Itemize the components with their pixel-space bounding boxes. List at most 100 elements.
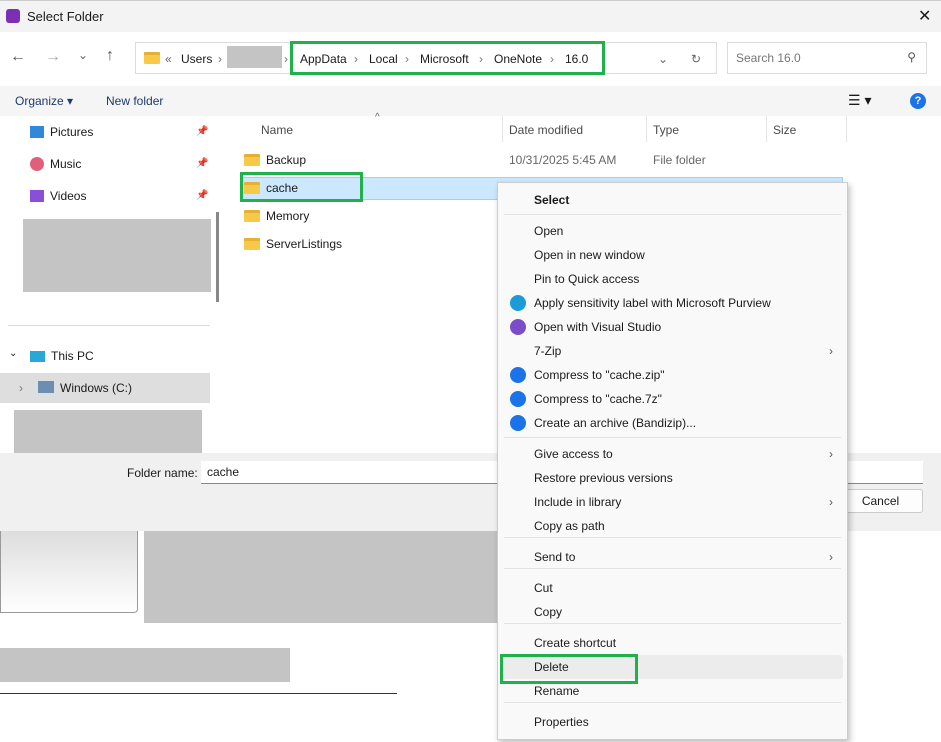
crumb-16[interactable]: 16.0	[565, 52, 588, 66]
computer-icon	[30, 350, 45, 362]
folder-name-label: Folder name:	[127, 466, 198, 480]
file-row-memory[interactable]: Memory	[244, 205, 309, 227]
search-placeholder: Search 16.0	[736, 51, 801, 65]
sidebar-item-pictures[interactable]: Pictures	[30, 122, 93, 142]
purview-icon	[510, 295, 526, 311]
menu-item-open-with-visual-studio[interactable]: Open with Visual Studio	[502, 315, 843, 339]
submenu-chevron-icon: ›	[829, 495, 833, 509]
up-icon[interactable]: ↑	[106, 47, 114, 65]
menu-item-label: Compress to "cache.zip"	[534, 368, 665, 382]
file-row-serverlistings[interactable]: ServerListings	[244, 233, 342, 255]
forward-icon[interactable]: →	[45, 48, 61, 66]
column-type[interactable]: Type	[653, 123, 679, 137]
bandizip-icon	[510, 391, 526, 407]
delete-highlight	[500, 654, 638, 684]
menu-item-label: Apply sensitivity label with Microsoft P…	[534, 296, 771, 310]
menu-item-label: Open in new window	[534, 248, 645, 262]
submenu-chevron-icon: ›	[829, 550, 833, 564]
cache-highlight	[240, 172, 363, 202]
dropdown-icon[interactable]: ⌄	[658, 52, 668, 66]
menu-item-copy-as-path[interactable]: Copy as path	[502, 514, 843, 538]
pictures-icon	[30, 126, 44, 138]
back-icon[interactable]: ←	[10, 48, 26, 66]
menu-item-include-in-library[interactable]: Include in library ›	[502, 490, 843, 514]
menu-item-select[interactable]: Select	[502, 188, 843, 212]
address-bar[interactable]: « Users › › AppData › Local › Microsoft …	[135, 41, 717, 75]
menu-item-label: Pin to Quick access	[534, 272, 640, 286]
recent-chevron-icon[interactable]: ⌄	[78, 48, 88, 62]
menu-item-properties[interactable]: Properties	[502, 710, 843, 734]
menu-item-label: Copy as path	[534, 519, 605, 533]
menu-item-label: Cut	[534, 581, 553, 595]
sidebar-item-music[interactable]: Music	[30, 154, 81, 174]
menu-item-create-shortcut[interactable]: Create shortcut	[502, 631, 843, 655]
column-date[interactable]: Date modified	[509, 123, 583, 137]
bandizip-icon	[510, 415, 526, 431]
title-bar: Select Folder ✕	[0, 0, 941, 32]
menu-item-pin-to-quick-access[interactable]: Pin to Quick access	[502, 267, 843, 291]
file-row-backup[interactable]: Backup 10/31/2025 5:45 AM File folder	[244, 149, 844, 171]
expand-chevron-icon[interactable]: ⌄	[9, 348, 17, 359]
visual-studio-icon	[510, 319, 526, 335]
sort-icon: ^	[375, 112, 380, 123]
view-options-icon[interactable]: ☰ ▾	[848, 92, 871, 109]
menu-item-compress-to-cache-7z[interactable]: Compress to "cache.7z"	[502, 387, 843, 411]
menu-item-label: Properties	[534, 715, 589, 729]
organize-button[interactable]: Organize ▾	[15, 94, 73, 108]
redacted-block	[0, 648, 290, 682]
window-title: Select Folder	[27, 9, 104, 24]
menu-item-open-in-new-window[interactable]: Open in new window	[502, 243, 843, 267]
menu-item-7-zip[interactable]: 7-Zip ›	[502, 339, 843, 363]
crumb-microsoft[interactable]: Microsoft	[420, 52, 469, 66]
menu-item-label: Open with Visual Studio	[534, 320, 662, 334]
sidebar-item-this-pc[interactable]: This PC	[30, 346, 94, 366]
menu-item-apply-sensitivity-label-with-microsoft-purview[interactable]: Apply sensitivity label with Microsoft P…	[502, 291, 843, 315]
menu-item-label: Rename	[534, 684, 580, 698]
redacted-block	[144, 531, 497, 623]
pin-icon: 📌	[196, 126, 209, 137]
redacted-username	[227, 46, 282, 68]
context-menu: Select Open Open in new window Pin to Quick…	[497, 182, 848, 740]
sidebar-item-drive[interactable]: › Windows (C:)	[0, 373, 210, 403]
new-folder-button[interactable]: New folder	[106, 94, 163, 108]
refresh-icon[interactable]: ↻	[691, 52, 701, 66]
music-icon	[30, 157, 44, 171]
menu-item-label: Open	[534, 224, 564, 238]
folder-icon	[244, 154, 260, 166]
menu-item-label: Select	[534, 193, 570, 207]
crumb-local[interactable]: Local	[369, 52, 398, 66]
menu-item-compress-to-cache-zip[interactable]: Compress to "cache.zip"	[502, 363, 843, 387]
menu-item-send-to[interactable]: Send to ›	[502, 545, 843, 569]
bandizip-icon	[510, 367, 526, 383]
menu-item-cut[interactable]: Cut	[502, 576, 843, 600]
crumb-appdata[interactable]: AppData	[300, 52, 347, 66]
menu-item-label: Give access to	[534, 447, 613, 461]
sidebar-scrollbar[interactable]	[216, 212, 219, 302]
crumb-users[interactable]: Users	[181, 52, 212, 66]
column-name[interactable]: Name	[261, 123, 293, 137]
search-icon: ⚲	[907, 50, 916, 64]
cancel-button[interactable]: Cancel	[838, 489, 923, 513]
menu-item-open[interactable]: Open	[502, 219, 843, 243]
crumb-onenote[interactable]: OneNote	[494, 52, 542, 66]
overflow-icon[interactable]: «	[165, 52, 172, 66]
help-icon[interactable]: ?	[910, 93, 926, 109]
menu-item-give-access-to[interactable]: Give access to ›	[502, 442, 843, 466]
onenote-icon	[6, 9, 20, 23]
menu-item-create-an-archive-bandizip[interactable]: Create an archive (Bandizip)...	[502, 411, 843, 435]
redacted-item	[23, 219, 211, 292]
pin-icon: 📌	[196, 158, 209, 169]
background-panel	[0, 531, 138, 613]
menu-item-restore-previous-versions[interactable]: Restore previous versions	[502, 466, 843, 490]
close-icon[interactable]: ✕	[918, 6, 931, 26]
folder-icon	[144, 52, 160, 64]
column-size[interactable]: Size	[773, 123, 796, 137]
sidebar-item-videos[interactable]: Videos	[30, 186, 86, 206]
menu-item-label: Create shortcut	[534, 636, 617, 650]
toolbar: Organize ▾ New folder ☰ ▾ ?	[0, 86, 941, 116]
videos-icon	[30, 190, 44, 202]
search-input[interactable]: Search 16.0 ⚲	[727, 42, 927, 74]
submenu-chevron-icon: ›	[829, 447, 833, 461]
menu-item-copy[interactable]: Copy	[502, 600, 843, 624]
navigation-pane: Pictures 📌 Music 📌 Videos 📌 ⌄ This PC › …	[0, 116, 219, 453]
